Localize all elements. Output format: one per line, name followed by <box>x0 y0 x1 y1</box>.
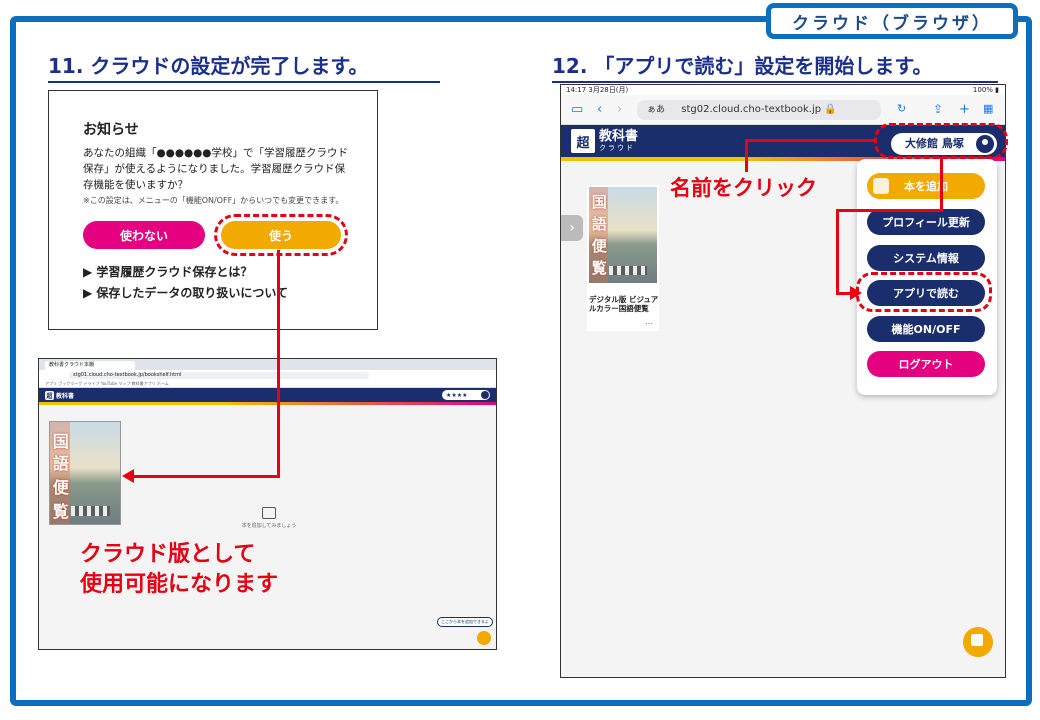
arrow-head-icon <box>122 469 134 483</box>
caption-line: 使用可能になります <box>80 572 279 597</box>
new-tab-icon[interactable]: + <box>959 102 970 117</box>
logo-subtext: クラウド <box>599 144 635 152</box>
add-book-tooltip: ここから本を追加できるよ <box>437 617 493 627</box>
section-tag: クラウド（ブラウザ） <box>766 3 1018 39</box>
menu-system-info[interactable]: システム情報 <box>867 245 985 271</box>
reader-aa-button[interactable]: ぁあ <box>647 100 665 120</box>
arrow-line <box>745 139 875 142</box>
share-icon[interactable]: ⇪ <box>933 102 943 116</box>
logo-mark-icon: 超 <box>45 390 54 400</box>
url-field[interactable]: stg01.cloud.cho-textbook.jp/bookshelf.ht… <box>69 372 369 379</box>
data-handling-link[interactable]: ▶ 保存したデータの取り扱いについて <box>83 284 288 301</box>
desktop-browser-screenshot: 教科書クラウド本棚 stg01.cloud.cho-textbook.jp/bo… <box>38 358 497 650</box>
address-bar: stg01.cloud.cho-textbook.jp/bookshelf.ht… <box>39 370 496 380</box>
logo-mark-icon: 超 <box>571 129 595 153</box>
arrow-line <box>134 475 280 478</box>
back-icon[interactable]: ‹ <box>597 102 602 117</box>
book-card[interactable]: 国 語 便 覧 デジタル版 ビジュアルカラー国語便覧 … <box>587 185 659 331</box>
arrow-line <box>745 139 748 175</box>
arrow-line <box>277 250 280 478</box>
menu-feature-toggle[interactable]: 機能ON/OFF <box>867 316 985 342</box>
notice-dialog: お知らせ あなたの組織「●●●●●●学校」で「学習履歴クラウド保存」が使えるよう… <box>48 90 378 330</box>
about-link[interactable]: ▶ 学習履歴クラウド保存とは？ <box>83 263 252 280</box>
add-book-icon <box>873 178 889 194</box>
header-stripe <box>39 402 496 405</box>
avatar-icon <box>481 391 489 399</box>
tabs-grid-icon[interactable]: ▦ <box>983 102 993 115</box>
step-11-title: 11. クラウドの設定が完了します。 <box>48 50 440 83</box>
browser-tab[interactable]: 教科書クラウド本棚 <box>45 361 135 370</box>
arrow-line <box>836 209 943 212</box>
caption-line: クラウド版として <box>80 542 256 567</box>
app-logo: 超 教科書 クラウド <box>571 129 638 153</box>
scroll-left-icon[interactable]: › <box>561 215 583 241</box>
cover-kanji: 便 <box>52 478 69 497</box>
forward-icon[interactable]: › <box>617 102 622 117</box>
safari-toolbar: ▭ ‹ › ぁあ stg02.cloud.cho-textbook.jp 🔒 ↻… <box>561 95 1005 125</box>
book-cover[interactable]: 国 語 便 覧 <box>49 421 121 525</box>
decline-button[interactable]: 使わない <box>83 221 205 249</box>
desktop-caption: クラウド版として 使用可能になります <box>80 540 278 600</box>
book-cover: 国 語 便 覧 <box>589 187 657 283</box>
sidebar-icon[interactable]: ▭ <box>571 102 583 117</box>
arrow-line <box>836 209 839 295</box>
step-12-title: 12. 「アプリで読む」設定を開始します。 <box>552 50 998 83</box>
battery-indicator: 100% ▮ <box>972 86 999 94</box>
cover-kanji: 語 <box>591 215 607 233</box>
arrow-line <box>940 157 943 211</box>
logo-text: 教科書 <box>599 129 639 144</box>
cover-kanji: 便 <box>591 237 607 255</box>
highlight-ring <box>856 272 992 312</box>
dialog-title: お知らせ <box>83 122 139 138</box>
dialog-body: あなたの組織「●●●●●●学校」で「学習履歴クラウド保存」が使えるようになりまし… <box>83 147 348 191</box>
url-field[interactable]: stg02.cloud.cho-textbook.jp 🔒 <box>637 100 881 120</box>
app-header: 超 教科書 ★★★★ <box>39 388 496 402</box>
status-bar: 14:17 3月28日(月) 100% ▮ <box>561 85 1005 95</box>
browser-tab-bar: 教科書クラウド本棚 <box>39 359 496 370</box>
menu-update-profile[interactable]: プロフィール更新 <box>867 209 985 235</box>
book-title: デジタル版 ビジュアルカラー国語便覧 <box>589 295 659 313</box>
cover-kanji: 覧 <box>591 259 607 277</box>
highlight-ring <box>214 214 348 256</box>
arrow-head-icon <box>850 286 862 300</box>
more-icon[interactable]: … <box>645 317 653 326</box>
app-logo: 超 教科書 <box>45 390 74 400</box>
add-book-fab[interactable] <box>963 627 993 657</box>
highlight-ring <box>874 123 1008 159</box>
status-time: 14:17 3月28日(月) <box>566 86 629 94</box>
cover-kanji: 国 <box>52 432 69 451</box>
cover-kanji: 覧 <box>52 502 69 521</box>
add-book-icon <box>262 507 276 519</box>
user-menu-button[interactable]: ★★★★ <box>442 390 490 400</box>
bookmarks-bar: アプリ ブックマーク ドライブ YouTube マップ 教科書アプリ ホーム <box>39 380 496 388</box>
add-book-fab[interactable] <box>477 631 491 645</box>
user-name: ★★★★ <box>446 391 468 399</box>
menu-logout[interactable]: ログアウト <box>867 351 985 377</box>
logo-text: 教科書 <box>56 392 75 400</box>
empty-text: 本を追加してみましょう <box>241 523 297 529</box>
reload-icon[interactable]: ↻ <box>897 102 906 115</box>
cover-kanji: 語 <box>52 454 69 473</box>
cover-kanji: 国 <box>591 193 607 211</box>
empty-shelf-hint: 本を追加してみましょう <box>229 507 309 529</box>
menu-add-book[interactable]: 本を追加 <box>867 173 985 199</box>
name-click-caption: 名前をクリック <box>668 172 819 202</box>
dialog-note: ※この設定は、メニューの「機能ON/OFF」からいつでも変更できます。 <box>83 196 344 205</box>
